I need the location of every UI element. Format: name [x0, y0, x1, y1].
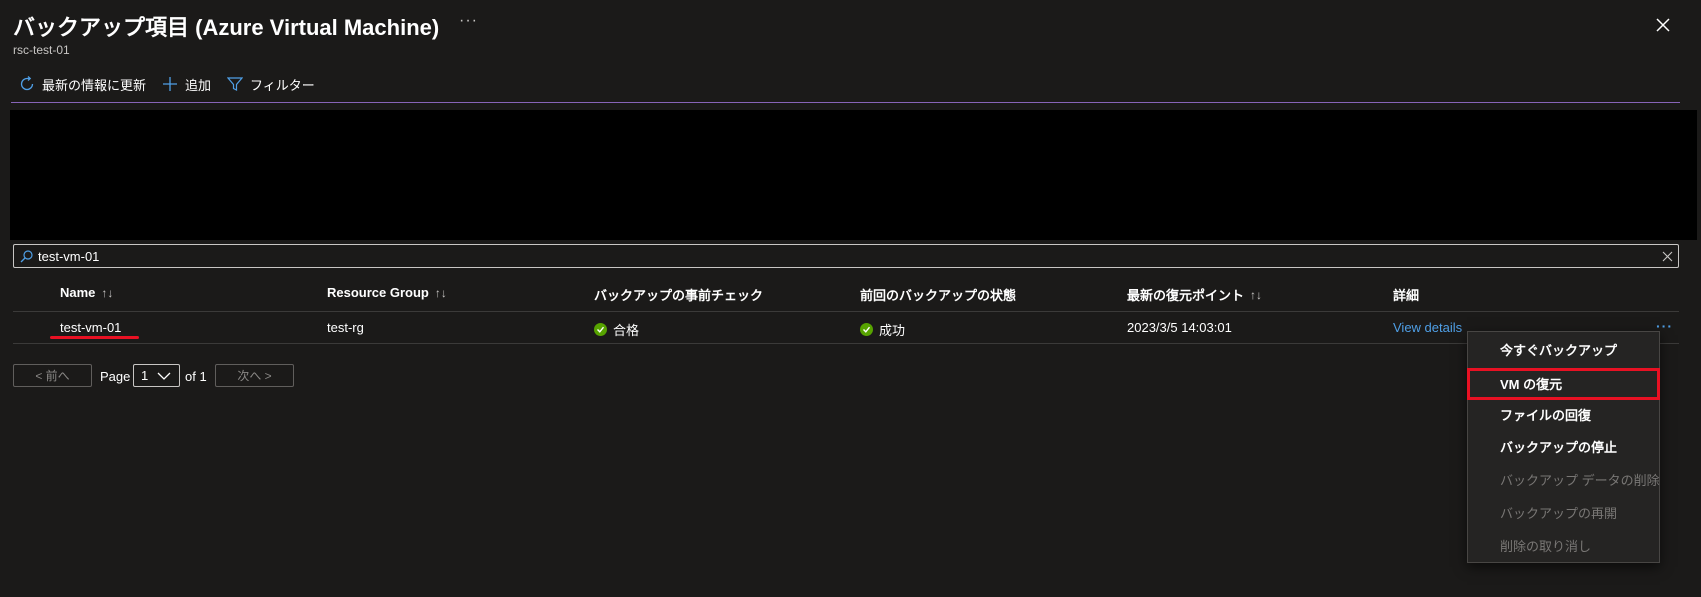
page-select[interactable]: 1 [133, 364, 180, 387]
column-header-label: Resource Group [327, 285, 429, 300]
vault-name: rsc-test-01 [13, 43, 70, 57]
latest-restore-point-value: 2023/3/5 14:03:01 [1127, 320, 1232, 335]
refresh-label: 最新の情報に更新 [42, 77, 147, 93]
annotation-highlight-box [1467, 368, 1660, 400]
column-header-name[interactable]: Name ↑↓ [60, 285, 113, 300]
column-header-last-backup-status: 前回のバックアップの状態 [860, 285, 1016, 304]
sort-icon[interactable]: ↑↓ [101, 286, 113, 300]
resource-group-value: test-rg [327, 320, 364, 335]
add-label: 追加 [185, 77, 212, 93]
title-more-button[interactable]: ··· [459, 12, 478, 30]
success-check-icon [860, 323, 873, 336]
column-header-label: 最新の復元ポイント [1127, 288, 1245, 303]
column-header-details: 詳細 [1393, 285, 1419, 304]
clear-icon[interactable] [1662, 251, 1673, 262]
view-details-link[interactable]: View details [1393, 320, 1462, 335]
filter-label: フィルター [250, 77, 315, 93]
sort-icon[interactable]: ↑↓ [435, 286, 447, 300]
cell-resource-group: test-rg [327, 320, 364, 335]
column-header-precheck: バックアップの事前チェック [594, 285, 763, 304]
column-header-latest-restore-point[interactable]: 最新の復元ポイント ↑↓ [1127, 285, 1262, 304]
search-icon [20, 250, 33, 263]
column-header-label: バックアップの事前チェック [594, 288, 764, 303]
close-icon [1656, 18, 1670, 32]
menu-item-resume-backup: バックアップの再開 [1500, 505, 1618, 521]
redacted-area [10, 110, 1697, 240]
sort-icon[interactable]: ↑↓ [1250, 288, 1262, 302]
last-backup-status-value: 成功 [879, 323, 906, 338]
chevron-down-icon [157, 372, 171, 380]
filter-button[interactable]: フィルター [227, 75, 315, 94]
column-header-label: 前回のバックアップの状態 [860, 288, 1017, 303]
toolbar-divider [11, 102, 1680, 103]
search-box[interactable] [13, 244, 1679, 268]
header-divider [13, 311, 1679, 312]
row-divider [13, 343, 1679, 344]
cell-latest-restore-point: 2023/3/5 14:03:01 [1127, 320, 1232, 335]
search-input[interactable] [38, 247, 1638, 265]
next-page-button[interactable]: 次へ > [215, 364, 294, 387]
column-header-label: 詳細 [1393, 288, 1420, 303]
cell-details[interactable]: View details [1393, 320, 1462, 335]
filter-icon [227, 77, 244, 91]
column-header-resource-group[interactable]: Resource Group ↑↓ [327, 285, 447, 300]
add-icon [163, 77, 178, 91]
page-title: バックアップ項目 (Azure Virtual Machine) [13, 15, 440, 40]
close-button[interactable] [1652, 14, 1674, 36]
context-menu: 今すぐバックアップ VM の復元 ファイルの回復 バックアップの停止 バックアッ… [1467, 331, 1660, 563]
column-header-label: Name [60, 285, 96, 300]
refresh-button[interactable]: 最新の情報に更新 [19, 75, 146, 94]
page-select-value: 1 [141, 368, 149, 383]
cell-name[interactable]: test-vm-01 [60, 320, 121, 335]
menu-item-backup-now[interactable]: 今すぐバックアップ [1468, 334, 1659, 364]
cell-last-backup-status: 成功 [860, 320, 905, 339]
success-check-icon [594, 323, 607, 336]
toolbar: 最新の情報に更新 追加 フィルター [19, 72, 315, 96]
prev-page-button[interactable]: < 前へ [13, 364, 92, 387]
add-button[interactable]: 追加 [162, 75, 211, 94]
precheck-value: 合格 [613, 323, 640, 338]
page-of-label: of 1 [185, 369, 207, 384]
cell-precheck: 合格 [594, 320, 639, 339]
refresh-icon [20, 76, 34, 91]
menu-item-undelete: 削除の取り消し [1500, 538, 1592, 554]
menu-item-delete-backup-data: バックアップ データの削除 [1500, 472, 1660, 488]
menu-item-file-recovery[interactable]: ファイルの回復 [1468, 399, 1659, 429]
menu-item-stop-backup[interactable]: バックアップの停止 [1468, 431, 1659, 461]
vm-name[interactable]: test-vm-01 [60, 320, 121, 335]
page-label: Page [100, 369, 131, 384]
annotation-underline [50, 336, 139, 339]
